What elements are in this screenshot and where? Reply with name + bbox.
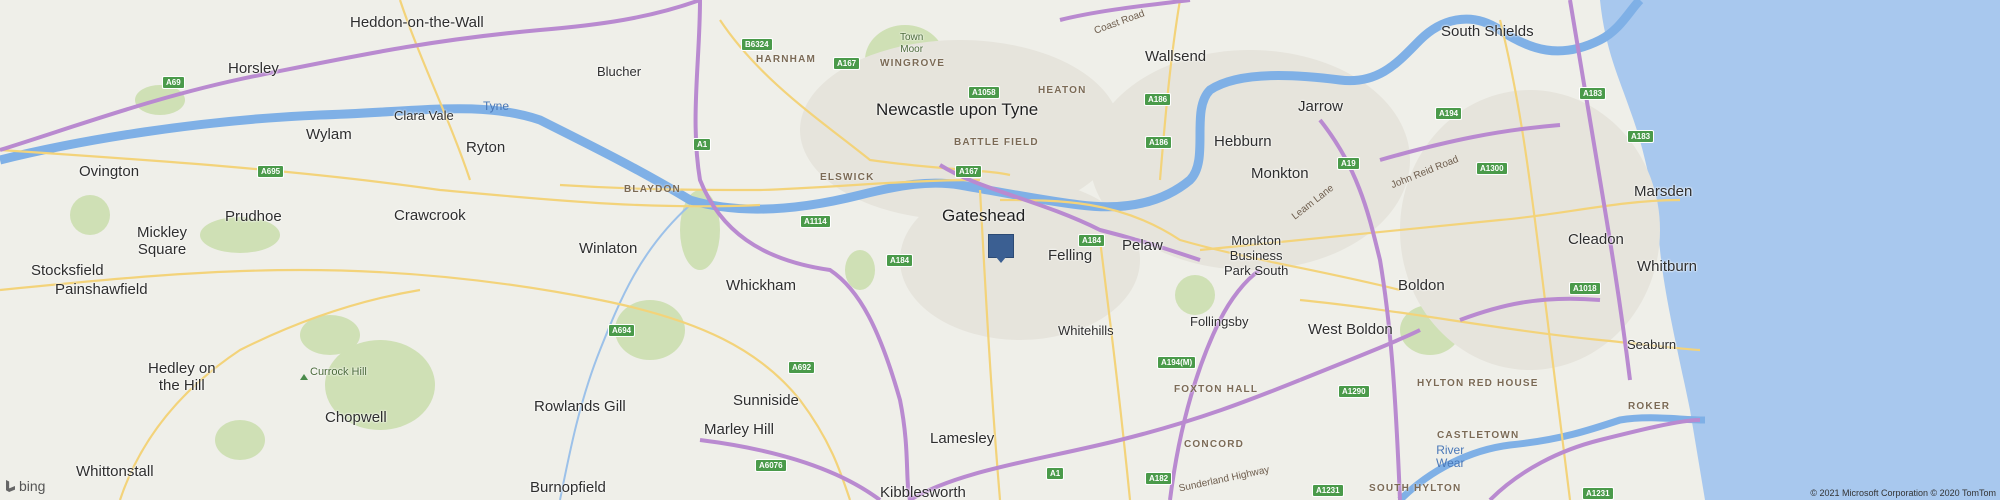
- place-cleadon[interactable]: Cleadon: [1568, 231, 1624, 248]
- district-harnham: HARNHAM: [756, 54, 817, 65]
- place-crawcrook[interactable]: Crawcrook: [394, 207, 466, 224]
- road-shield: A186: [1144, 93, 1172, 106]
- place-pelaw[interactable]: Pelaw: [1122, 237, 1163, 254]
- bing-logo-icon: [6, 480, 15, 492]
- place-monkton[interactable]: Monkton: [1251, 165, 1309, 182]
- road-shield: A69: [162, 76, 185, 89]
- district-wingrove: WINGROVE: [880, 58, 946, 69]
- district-castletown: CASTLETOWN: [1437, 430, 1520, 441]
- place-whittonstall[interactable]: Whittonstall: [76, 463, 154, 480]
- road-shield: A692: [788, 361, 816, 374]
- place-hedley-on-the-hill[interactable]: Hedley on the Hill: [148, 360, 216, 394]
- place-kibblesworth[interactable]: Kibblesworth: [880, 484, 966, 500]
- district-blaydon: BLAYDON: [624, 184, 681, 195]
- place-follingsby[interactable]: Follingsby: [1190, 313, 1249, 330]
- place-newcastle-upon-tyne[interactable]: Newcastle upon Tyne: [876, 101, 1038, 118]
- place-gateshead[interactable]: Gateshead: [942, 207, 1025, 224]
- map-canvas[interactable]: Heddon-on-the-Wall Horsley Blucher Town …: [0, 0, 2000, 500]
- place-boldon[interactable]: Boldon: [1398, 277, 1445, 294]
- road-shield: A1114: [800, 215, 831, 228]
- road-shield: A167: [833, 57, 861, 70]
- road-shield: A183: [1579, 87, 1607, 100]
- district-heaton: HEATON: [1038, 85, 1087, 96]
- place-blucher[interactable]: Blucher: [597, 63, 641, 80]
- road-shield: A186: [1145, 136, 1173, 149]
- place-burnopfield[interactable]: Burnopfield: [530, 479, 606, 496]
- district-battle-field: BATTLE FIELD: [954, 137, 1039, 148]
- road-shield: A194: [1435, 107, 1463, 120]
- place-seaburn[interactable]: Seaburn: [1627, 336, 1676, 353]
- road-shield: A182: [1145, 472, 1173, 485]
- place-west-boldon[interactable]: West Boldon: [1308, 321, 1393, 338]
- road-shield: A695: [257, 165, 285, 178]
- road-shield: A184: [1078, 234, 1106, 247]
- road-shield: A1: [693, 138, 712, 151]
- road-shield: A1290: [1338, 385, 1370, 398]
- bing-logo: bing: [6, 478, 45, 494]
- place-felling[interactable]: Felling: [1048, 247, 1092, 264]
- place-stocksfield[interactable]: Stocksfield: [31, 262, 104, 279]
- place-marley-hill[interactable]: Marley Hill: [704, 421, 774, 438]
- road-shield: A167: [955, 165, 983, 178]
- place-wylam[interactable]: Wylam: [306, 126, 352, 143]
- place-painshawfield[interactable]: Painshawfield: [55, 281, 148, 298]
- place-mickley-square[interactable]: Mickley Square: [137, 224, 187, 258]
- district-elswick: ELSWICK: [820, 172, 875, 183]
- water-label-river-wear: River Wear: [1436, 443, 1465, 470]
- bing-logo-text: bing: [19, 478, 46, 494]
- place-sunniside[interactable]: Sunniside: [733, 392, 799, 409]
- place-hebburn[interactable]: Hebburn: [1214, 133, 1272, 150]
- place-south-shields[interactable]: South Shields: [1441, 23, 1534, 40]
- place-wallsend[interactable]: Wallsend: [1145, 48, 1206, 65]
- place-clara-vale[interactable]: Clara Vale: [394, 107, 454, 124]
- road-shield: A194(M): [1157, 356, 1197, 369]
- district-hylton-red-house: HYLTON RED HOUSE: [1417, 378, 1539, 389]
- road-shield: A1058: [968, 86, 1000, 99]
- district-foxton-hall: FOXTON HALL: [1174, 384, 1259, 395]
- district-south-hylton: SOUTH HYLTON: [1369, 483, 1462, 494]
- road-shield: A1: [1046, 467, 1065, 480]
- road-shield: A183: [1627, 130, 1655, 143]
- place-winlaton[interactable]: Winlaton: [579, 240, 637, 257]
- place-lamesley[interactable]: Lamesley: [930, 430, 994, 447]
- road-shield: A6076: [755, 459, 787, 472]
- place-heddon-on-the-wall[interactable]: Heddon-on-the-Wall: [350, 14, 484, 31]
- road-shield: A19: [1337, 157, 1360, 170]
- place-jarrow[interactable]: Jarrow: [1298, 98, 1343, 115]
- hill-marker-icon: [300, 374, 308, 380]
- place-currock-hill[interactable]: Currock Hill: [310, 364, 367, 381]
- place-chopwell[interactable]: Chopwell: [325, 409, 387, 426]
- place-whitburn[interactable]: Whitburn: [1637, 258, 1697, 275]
- water-label-tyne: Tyne: [483, 99, 510, 113]
- road-shield: A1018: [1569, 282, 1601, 295]
- place-town-moor[interactable]: Town Moor: [900, 32, 923, 56]
- place-whickham[interactable]: Whickham: [726, 277, 796, 294]
- place-monkton-business-park-south[interactable]: Monkton Business Park South: [1224, 233, 1288, 278]
- location-pin-icon[interactable]: [988, 234, 1014, 263]
- place-marsden[interactable]: Marsden: [1634, 183, 1692, 200]
- place-whitehills[interactable]: Whitehills: [1058, 322, 1114, 339]
- road-shield: A694: [608, 324, 636, 337]
- road-shield: A1231: [1312, 484, 1344, 497]
- place-horsley[interactable]: Horsley: [228, 60, 279, 77]
- place-rowlands-gill[interactable]: Rowlands Gill: [534, 398, 626, 415]
- road-shield: A1300: [1476, 162, 1508, 175]
- place-ryton[interactable]: Ryton: [466, 139, 505, 156]
- place-prudhoe[interactable]: Prudhoe: [225, 208, 282, 225]
- district-concord: CONCORD: [1184, 439, 1245, 450]
- road-shield: A1231: [1582, 487, 1614, 500]
- road-shield: B6324: [741, 38, 773, 51]
- map-attribution: © 2021 Microsoft Corporation © 2020 TomT…: [1810, 488, 1996, 498]
- district-roker: ROKER: [1628, 401, 1671, 412]
- place-ovington[interactable]: Ovington: [79, 163, 139, 180]
- road-shield: A184: [886, 254, 914, 267]
